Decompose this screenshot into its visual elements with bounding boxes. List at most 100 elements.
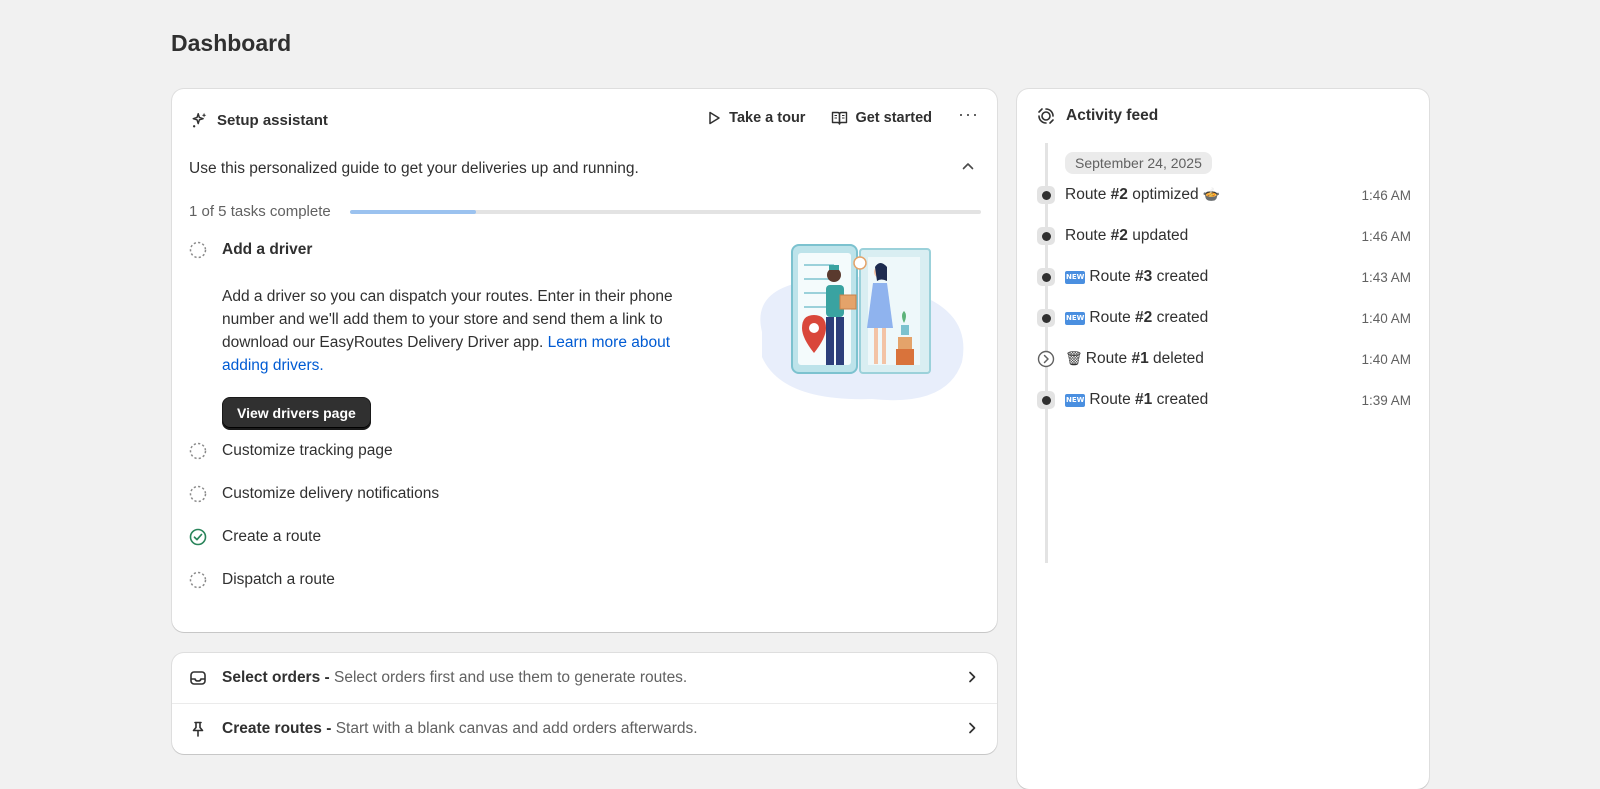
task-label: Dispatch a route [222, 571, 335, 588]
new-badge-icon: NEW [1065, 394, 1086, 407]
timeline-dot-icon [1037, 309, 1055, 327]
activity-time: 1:39 AM [1361, 392, 1411, 408]
activity-prefix: Route [1089, 309, 1136, 326]
activity-item: 🗑 Route #1 deleted 1:40 AM [1037, 347, 1411, 371]
activity-icon [1038, 108, 1054, 124]
task-label: Customize tracking page [222, 442, 393, 459]
book-icon [832, 111, 848, 125]
activity-time: 1:40 AM [1361, 310, 1411, 326]
activity-suffix: created [1152, 391, 1209, 408]
activity-time: 1:46 AM [1361, 187, 1411, 203]
chevron-right-icon [969, 722, 976, 734]
task-create-route[interactable]: Create a route [189, 528, 321, 546]
chevron-up-icon [962, 163, 974, 170]
select-orders-row[interactable]: Select orders - Select orders first and … [172, 653, 997, 703]
route-number: #2 [1110, 186, 1128, 203]
pot-icon: 🍲 [1202, 187, 1221, 203]
progress-fill [349, 209, 476, 214]
get-started-label: Get started [855, 110, 933, 126]
route-number: #1 [1135, 391, 1153, 408]
quick-actions-card: Select orders - Select orders first and … [172, 653, 997, 754]
create-routes-row[interactable]: Create routes - Start with a blank canva… [172, 703, 997, 753]
incomplete-circle-icon [189, 241, 207, 259]
activity-feed-header: Activity feed [1037, 107, 1158, 125]
activity-suffix: created [1152, 268, 1209, 285]
trash-icon: 🗑 [1065, 351, 1083, 367]
activity-time: 1:40 AM [1361, 351, 1411, 367]
activity-prefix: Route [1065, 227, 1111, 244]
activity-suffix: optimized [1127, 186, 1203, 203]
new-badge-icon: NEW [1065, 271, 1086, 284]
task-dispatch-route[interactable]: Dispatch a route [189, 571, 335, 589]
action-title: Select orders - [222, 669, 330, 686]
date-badge: September 24, 2025 [1065, 152, 1212, 174]
action-subtitle: Start with a blank canvas and add orders… [331, 719, 698, 737]
setup-header-actions: Take a tour Get started ··· [706, 105, 979, 127]
activity-text: NEW Route #3 created [1065, 268, 1208, 286]
task-customize-tracking-page[interactable]: Customize tracking page [189, 442, 393, 460]
sparkle-icon [192, 112, 207, 128]
task-add-driver[interactable]: Add a driver [189, 241, 312, 259]
activity-prefix: Route [1089, 268, 1136, 285]
collapse-button[interactable] [961, 159, 975, 178]
more-actions-button[interactable]: ··· [958, 105, 979, 127]
task-label: Add a driver [222, 241, 313, 258]
incomplete-circle-icon [189, 442, 207, 460]
get-started-button[interactable]: Get started [831, 110, 932, 126]
activity-suffix: updated [1127, 227, 1189, 244]
view-drivers-page-button[interactable]: View drivers page [222, 397, 371, 429]
setup-assistant-card: Setup assistant Take a tour Get started … [172, 89, 997, 632]
activity-text: 🗑 Route #1 deleted [1065, 350, 1204, 368]
take-tour-label: Take a tour [729, 110, 806, 126]
task-label: Customize delivery notifications [222, 485, 440, 502]
more-icon: ··· [958, 104, 979, 124]
task-description: Add a driver so you can dispatch your ro… [222, 285, 702, 377]
progress-text: 1 of 5 tasks complete [189, 203, 331, 220]
pin-icon [192, 721, 204, 737]
route-number: #1 [1131, 350, 1149, 367]
timeline-dot-icon [1037, 227, 1055, 245]
create-routes-text: Create routes - Start with a blank canva… [222, 720, 698, 738]
delivery-illustration [760, 244, 964, 401]
activity-item: Route #2 optimized 🍲 1:46 AM [1037, 183, 1411, 207]
activity-time: 1:46 AM [1361, 228, 1411, 244]
incomplete-circle-icon [189, 571, 207, 589]
activity-item: Route #2 updated 1:46 AM [1037, 224, 1411, 248]
new-badge-icon: NEW [1065, 312, 1086, 325]
chevron-right-icon [969, 671, 976, 683]
timeline-dot-icon [1037, 186, 1055, 204]
activity-suffix: created [1152, 309, 1209, 326]
chevron-circle-icon [1037, 350, 1055, 368]
progress-row: 1 of 5 tasks complete [189, 203, 981, 220]
page-title: Dashboard [171, 30, 292, 56]
progress-bar [349, 209, 981, 214]
play-icon [709, 111, 720, 125]
task-customize-delivery-notifications[interactable]: Customize delivery notifications [189, 485, 439, 503]
take-tour-button[interactable]: Take a tour [706, 110, 805, 126]
action-title: Create routes - [222, 719, 332, 737]
route-number: #3 [1135, 268, 1153, 285]
guide-text: Use this personalized guide to get your … [189, 160, 639, 177]
incomplete-circle-icon [189, 485, 207, 503]
activity-suffix: deleted [1148, 350, 1204, 367]
setup-title: Setup assistant [217, 111, 328, 129]
activity-feed-card: Activity feed September 24, 2025 Route #… [1017, 89, 1429, 789]
select-orders-text: Select orders - Select orders first and … [222, 669, 687, 687]
action-subtitle: Select orders first and use them to gene… [329, 669, 688, 686]
activity-feed-title: Activity feed [1066, 107, 1159, 124]
activity-time: 1:43 AM [1361, 269, 1411, 285]
activity-text: NEW Route #1 created [1065, 391, 1208, 409]
activity-prefix: Route [1085, 350, 1132, 367]
route-number: #2 [1135, 309, 1153, 326]
inbox-icon [190, 671, 206, 685]
timeline-dot-icon [1037, 391, 1055, 409]
activity-prefix: Route [1089, 391, 1136, 408]
activity-text: Route #2 updated [1065, 227, 1188, 245]
setup-header: Setup assistant [191, 111, 328, 129]
activity-prefix: Route [1065, 186, 1111, 203]
check-circle-icon [189, 528, 207, 546]
route-number: #2 [1110, 227, 1128, 244]
activity-text: NEW Route #2 created [1065, 309, 1208, 327]
activity-item: NEW Route #2 created 1:40 AM [1037, 306, 1411, 330]
activity-item: NEW Route #3 created 1:43 AM [1037, 265, 1411, 289]
